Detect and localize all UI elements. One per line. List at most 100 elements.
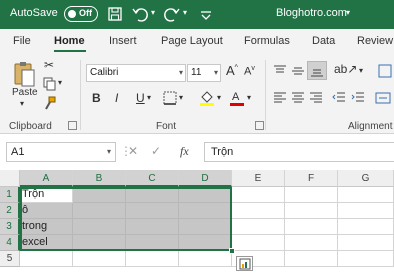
redo-icon[interactable] (162, 4, 182, 24)
formula-bar: A1 ▾ ⋮ ✕ ✓ fx Trộn (0, 134, 394, 170)
cancel-icon[interactable]: ✕ (128, 144, 138, 158)
copy-dropdown-icon[interactable]: ▾ (58, 78, 62, 87)
underline-button[interactable]: U (136, 91, 145, 105)
cell-a5[interactable] (20, 251, 73, 267)
column-header-e[interactable]: E (232, 170, 285, 187)
row-header-5[interactable]: 5 (0, 251, 20, 267)
font-color-dropdown-icon[interactable]: ▾ (247, 93, 251, 102)
increase-indent-icon[interactable] (351, 91, 365, 105)
copy-icon[interactable] (43, 77, 57, 91)
align-right-icon[interactable] (309, 91, 323, 105)
redo-dropdown-icon[interactable]: ▾ (183, 8, 187, 17)
worksheet-grid[interactable]: A B C D E F G 1 2 3 4 5 Trộn ô trong exc… (0, 170, 394, 273)
cell-f3[interactable] (285, 219, 338, 235)
cell-f4[interactable] (285, 235, 338, 251)
underline-dropdown-icon[interactable]: ▾ (147, 93, 151, 102)
tab-home[interactable]: Home (54, 35, 85, 47)
paste-dropdown-icon[interactable]: ▾ (20, 99, 24, 108)
undo-icon[interactable] (130, 4, 150, 24)
clipboard-dialog-launcher-icon[interactable] (68, 121, 77, 130)
cell-e4[interactable] (232, 235, 285, 251)
select-all-corner[interactable] (0, 170, 20, 187)
decrease-font-size-button[interactable]: Av (244, 65, 255, 78)
cell-g1[interactable] (338, 187, 394, 203)
quick-analysis-button[interactable] (236, 256, 253, 271)
cut-icon[interactable]: ✂ (44, 58, 54, 72)
row-header-4[interactable]: 4 (0, 235, 20, 251)
bottom-align-icon (311, 69, 323, 77)
toggle-knob (68, 10, 76, 18)
paste-label[interactable]: Paste (12, 87, 38, 98)
column-header-c[interactable]: C (126, 170, 179, 187)
italic-button[interactable]: I (115, 91, 118, 105)
bottom-align-button[interactable] (307, 61, 327, 80)
formula-input[interactable]: Trộn (204, 142, 394, 162)
borders-icon[interactable] (163, 91, 177, 105)
fill-color-icon[interactable] (199, 89, 215, 107)
column-header-b[interactable]: B (73, 170, 126, 187)
wrap-text-icon[interactable] (378, 64, 392, 78)
row-header-2[interactable]: 2 (0, 203, 20, 219)
format-painter-icon[interactable] (43, 96, 57, 110)
align-center-icon[interactable] (291, 91, 305, 105)
svg-text:A: A (232, 91, 240, 103)
font-dialog-launcher-icon[interactable] (255, 121, 264, 130)
clipboard-group-label: Clipboard (9, 121, 52, 132)
borders-dropdown-icon[interactable]: ▾ (179, 93, 183, 102)
formula-content: Trộn (211, 146, 234, 158)
cell-e3[interactable] (232, 219, 285, 235)
cell-b5[interactable] (73, 251, 126, 267)
cell-f1[interactable] (285, 187, 338, 203)
row-header-3[interactable]: 3 (0, 219, 20, 235)
tab-formulas[interactable]: Formulas (244, 35, 290, 47)
fill-handle[interactable] (229, 248, 235, 254)
font-color-icon[interactable]: A (229, 89, 245, 107)
customize-toolbar-icon[interactable] (196, 4, 216, 24)
column-header-f[interactable]: F (285, 170, 338, 187)
cell-f2[interactable] (285, 203, 338, 219)
autosave-toggle[interactable]: Off (64, 6, 98, 22)
column-header-a[interactable]: A (20, 170, 73, 187)
tab-insert[interactable]: Insert (109, 35, 137, 47)
cell-f5[interactable] (285, 251, 338, 267)
cell-d5[interactable] (179, 251, 232, 267)
increase-font-size-button[interactable]: A^ (226, 63, 238, 78)
undo-dropdown-icon[interactable]: ▾ (151, 8, 155, 17)
name-box[interactable]: A1 ▾ (6, 142, 116, 162)
tab-review[interactable]: Review (357, 35, 393, 47)
paste-icon[interactable] (12, 60, 36, 88)
tab-data[interactable]: Data (312, 35, 335, 47)
cell-g3[interactable] (338, 219, 394, 235)
selection-range-border (20, 187, 232, 251)
title-dropdown-icon[interactable]: ▾ (346, 8, 350, 17)
font-name-dropdown[interactable]: Calibri ▾ (86, 64, 186, 82)
row-header-1[interactable]: 1 (0, 187, 20, 203)
font-size-dropdown[interactable]: 11 ▾ (187, 64, 221, 82)
insert-function-icon[interactable]: fx (180, 144, 189, 159)
middle-align-icon[interactable] (291, 64, 305, 78)
cell-e1[interactable] (232, 187, 285, 203)
enter-icon[interactable]: ✓ (151, 144, 161, 158)
decrease-indent-icon[interactable] (332, 91, 346, 105)
cell-c5[interactable] (126, 251, 179, 267)
cell-g2[interactable] (338, 203, 394, 219)
merge-center-icon[interactable] (375, 91, 391, 105)
tab-page-layout[interactable]: Page Layout (161, 35, 223, 47)
font-group-label: Font (156, 121, 177, 132)
top-align-icon[interactable] (273, 64, 287, 78)
cell-g4[interactable] (338, 235, 394, 251)
orientation-dropdown-icon[interactable]: ▾ (359, 66, 363, 75)
autosave-label: AutoSave (10, 7, 58, 19)
align-left-icon[interactable] (273, 91, 287, 105)
cell-g5[interactable] (338, 251, 394, 267)
cell-e2[interactable] (232, 203, 285, 219)
autosave-state: Off (79, 8, 92, 18)
orientation-icon[interactable]: ab↗ (334, 62, 357, 76)
tab-file[interactable]: File (13, 35, 31, 47)
bold-button[interactable]: B (92, 91, 101, 105)
fill-color-dropdown-icon[interactable]: ▾ (217, 93, 221, 102)
column-header-d[interactable]: D (179, 170, 232, 187)
save-icon[interactable] (105, 4, 125, 24)
ribbon: Paste ▾ ✂ ▾ Clipboard Calibri ▾ 11 ▾ A^ … (0, 54, 394, 134)
column-header-g[interactable]: G (338, 170, 394, 187)
